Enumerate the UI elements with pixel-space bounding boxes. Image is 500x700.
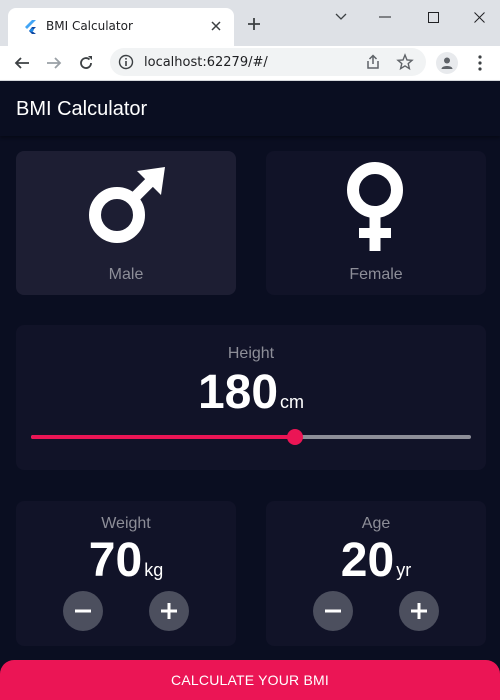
minus-icon <box>325 609 341 613</box>
weight-plus-button[interactable] <box>149 591 189 631</box>
new-tab-icon[interactable] <box>244 14 264 34</box>
mars-icon <box>89 167 165 243</box>
url-text[interactable]: localhost:62279/#/ <box>144 55 268 70</box>
height-value: 180 <box>197 366 279 419</box>
maximize-icon[interactable] <box>418 6 448 28</box>
minimize-icon[interactable] <box>370 6 400 28</box>
browser-tabstrip: BMI Calculator <box>0 0 500 46</box>
height-value-display: 180 cm <box>16 365 486 420</box>
minus-icon <box>75 609 91 613</box>
tab-title: BMI Calculator <box>46 19 133 33</box>
weight-value: 70 <box>88 534 143 587</box>
browser-tab[interactable]: BMI Calculator <box>8 8 234 46</box>
bookmark-star-icon[interactable] <box>396 53 414 71</box>
height-card: Height 180 cm <box>16 325 486 470</box>
male-label: Male <box>108 266 144 283</box>
slider-active-track <box>31 435 295 439</box>
close-window-icon[interactable] <box>464 6 494 28</box>
weight-unit: kg <box>144 560 164 580</box>
address-bar[interactable]: localhost:62279/#/ <box>110 48 426 76</box>
chevron-down-icon[interactable] <box>326 6 356 28</box>
browser-toolbar: localhost:62279/#/ <box>0 46 500 81</box>
weight-card: Weight 70 kg <box>16 501 236 646</box>
app-bar: BMI Calculator <box>0 81 500 136</box>
flutter-icon <box>25 20 36 34</box>
slider-thumb[interactable] <box>287 429 303 445</box>
age-minus-button[interactable] <box>313 591 353 631</box>
weight-minus-button[interactable] <box>63 591 103 631</box>
height-slider[interactable] <box>31 429 471 445</box>
age-label: Age <box>361 515 391 532</box>
age-value-display: 20 yr <box>266 533 486 588</box>
plus-icon <box>161 603 177 619</box>
height-unit: cm <box>280 392 305 412</box>
venus-icon <box>347 162 403 251</box>
age-value: 20 <box>340 534 395 587</box>
female-label: Female <box>349 266 403 283</box>
age-card: Age 20 yr <box>266 501 486 646</box>
calculate-bmi-button[interactable]: CALCULATE YOUR BMI <box>0 660 500 700</box>
age-plus-button[interactable] <box>399 591 439 631</box>
female-card[interactable]: Female <box>266 151 486 295</box>
page-title: BMI Calculator <box>16 98 148 120</box>
weight-value-display: 70 kg <box>16 533 236 588</box>
plus-icon <box>411 603 427 619</box>
info-icon[interactable] <box>118 54 134 70</box>
reload-icon[interactable] <box>74 51 98 75</box>
male-card[interactable]: Male <box>16 151 236 295</box>
share-icon[interactable] <box>364 53 382 71</box>
close-tab-icon[interactable] <box>208 18 224 34</box>
more-menu-icon[interactable] <box>470 52 490 74</box>
height-label: Height <box>227 345 275 362</box>
back-arrow-icon[interactable] <box>10 51 34 75</box>
weight-label: Weight <box>101 515 151 532</box>
age-unit: yr <box>396 560 412 580</box>
profile-avatar-icon[interactable] <box>436 52 458 74</box>
forward-arrow-icon[interactable] <box>42 51 66 75</box>
